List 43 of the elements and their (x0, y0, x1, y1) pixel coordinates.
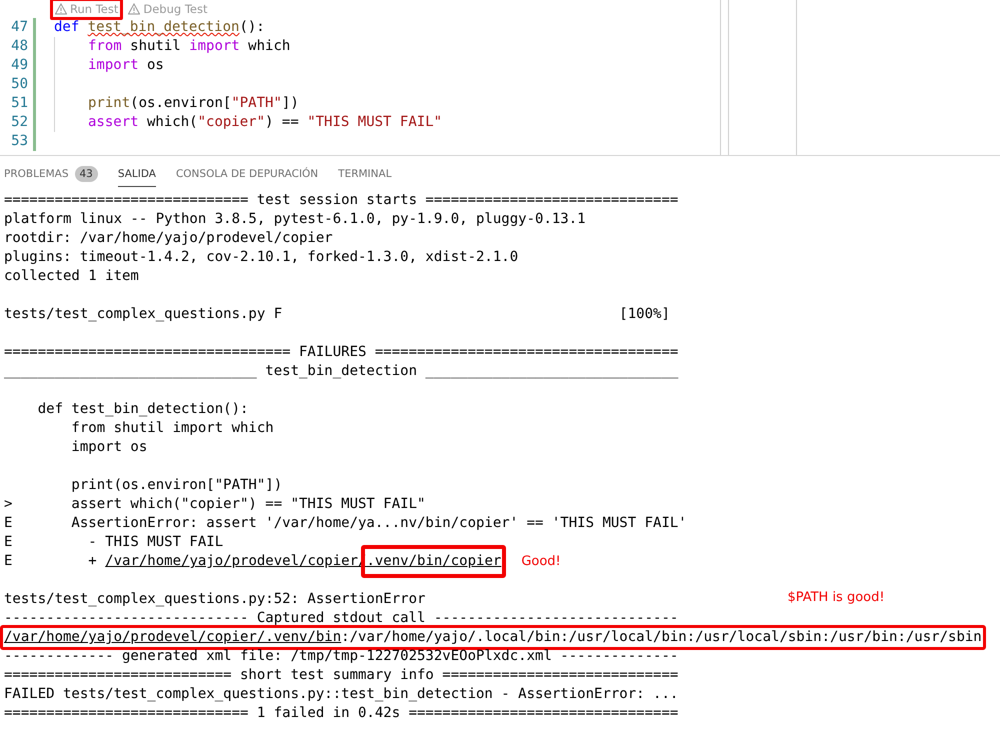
output-text: ------------- generated xml file: /tmp/tmp-122702532vEOoPlxdc.xml -------------- (4, 647, 678, 666)
output-text: FAILED tests/test_complex_questions.py::test_bin_detection - AssertionError: ... (4, 685, 678, 704)
code-line: def test_bin_detection(): (54, 18, 265, 37)
output-text: ----------------------------- Captured stdout call ----------------------------- (4, 609, 678, 628)
line-number: 50 (10, 75, 28, 94)
output-text: import os (70, 438, 148, 457)
output-text: from shutil import which (70, 419, 274, 438)
output-text: ============================= test session starts ============================== (4, 191, 678, 210)
codelens-link[interactable]: Run Test (50, 0, 124, 20)
output-text: E + (4, 552, 98, 571)
output-text: def test_bin_detection(): (36, 400, 248, 419)
output-text: =========================== short test summary info ============================ (4, 666, 678, 685)
output-text: tests/test_complex_questions.py F [100%] (4, 305, 670, 324)
output-text: E - THIS MUST FAIL (4, 533, 224, 552)
line-number: 47 (10, 18, 28, 37)
annotation-note: Good! (521, 553, 561, 571)
panel-tab[interactable]: CONSOLA DE DEPURACIÓN (176, 160, 318, 187)
panel-tab[interactable]: PROBLEMAS (4, 160, 68, 187)
warning-icon (128, 3, 140, 15)
output-text: ______________________________ test_bin_detection ______________________________ (4, 362, 678, 381)
output-text: rootdir: /var/home/yajo/prodevel/copier (4, 229, 333, 248)
output-text: E AssertionError: assert '/var/home/ya...nv/bin/copier' == 'THIS MUST FAIL' (4, 514, 687, 533)
panel-tab[interactable]: SALIDA (118, 160, 156, 187)
output-text: platform linux -- Python 3.8.5, pytest-6.1.0, py-1.9.0, pluggy-0.13.1 (4, 210, 586, 229)
line-number: 53 (10, 132, 28, 151)
output-text: ============================= 1 failed in 0.42s ================================ (4, 704, 678, 723)
output-text: > assert which("copier") == "THIS MUST FAIL" (4, 495, 426, 514)
panel-tab[interactable]: TERMINAL (338, 160, 392, 187)
codelens-link[interactable]: Debug Test (123, 0, 212, 20)
output-text: /var/home/yajo/prodevel/copier/.venv/bin (4, 628, 342, 647)
line-number: 52 (10, 113, 28, 132)
output-text: collected 1 item (4, 267, 139, 286)
line-number: 51 (10, 94, 28, 113)
line-number: 49 (10, 56, 28, 75)
output-text: ================================== FAILURES ==================================== (4, 343, 678, 362)
annotation-note: $PATH is good! (787, 589, 885, 607)
output-text: plugins: timeout-1.4.2, cov-2.10.1, forked-1.3.0, xdist-2.1.0 (4, 248, 518, 267)
line-number: 48 (10, 37, 28, 56)
count-badge: 43 (74, 166, 98, 182)
output-text: print(os.environ["PATH"]) (70, 476, 282, 495)
output-text: :/var/home/yajo/.local/bin:/usr/local/bin:/usr/local/sbin:/usr/bin:/usr/sbin (341, 628, 982, 647)
output-text: tests/test_complex_questions.py:52: AssertionError (4, 590, 426, 609)
warning-icon (55, 3, 67, 15)
